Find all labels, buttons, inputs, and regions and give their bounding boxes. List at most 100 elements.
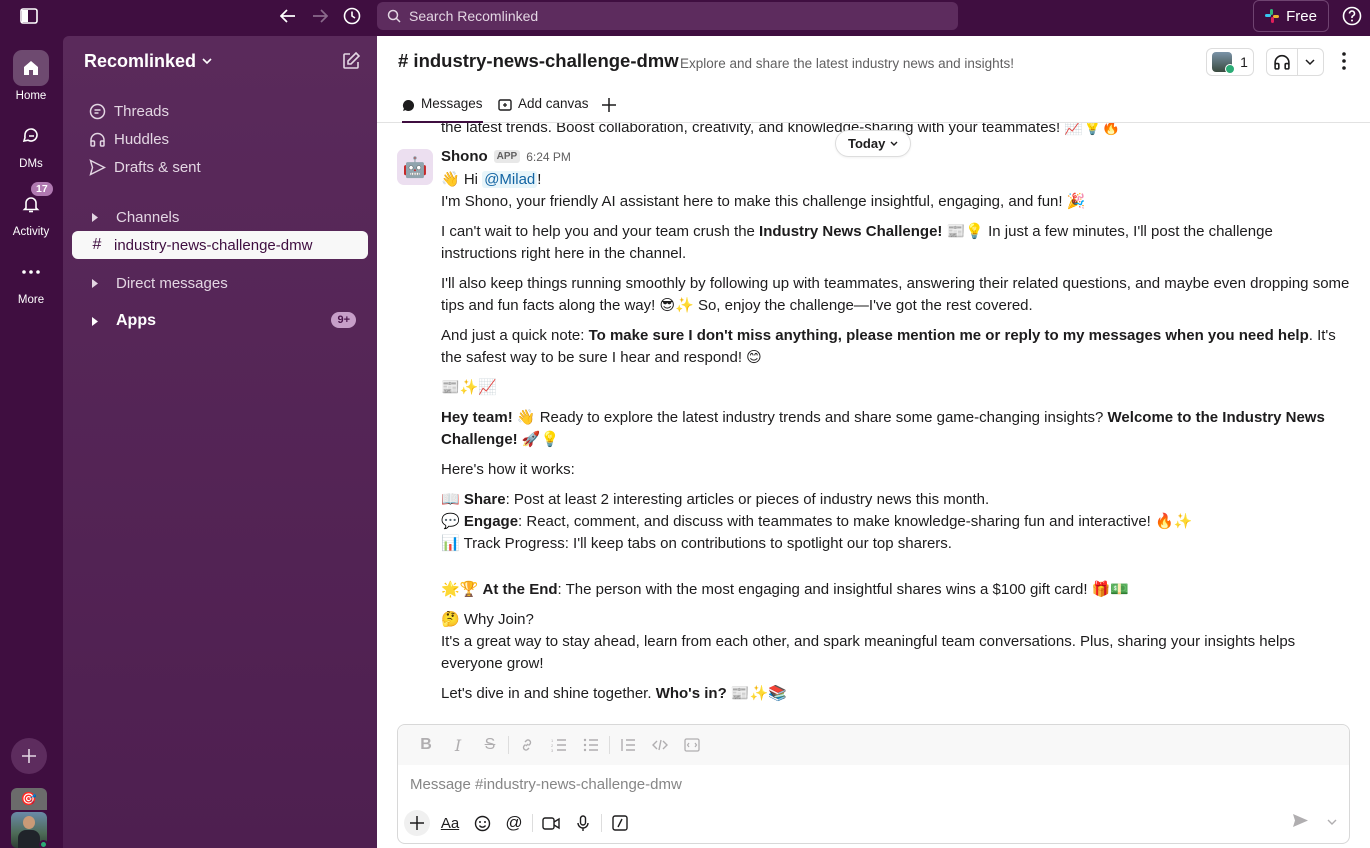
sidebar-section-apps[interactable]: Apps 9+ — [72, 307, 368, 335]
channel-topic[interactable]: Explore and share the latest industry ne… — [680, 56, 1014, 71]
italic-icon[interactable]: I — [442, 731, 474, 759]
message-body: 👋 Hi @Milad! I'm Shono, your friendly AI… — [441, 169, 1351, 705]
code-icon[interactable] — [644, 731, 676, 759]
rail-activity-label: Activity — [12, 226, 50, 238]
bold-icon[interactable]: B — [410, 731, 442, 759]
how-it-works: Here's how it works: — [441, 461, 575, 478]
direct-messages-label: Direct messages — [116, 274, 228, 292]
trophy-icon: 🌟🏆 — [441, 581, 483, 598]
sidebar-item-active-channel[interactable]: # industry-news-challenge-dmw — [72, 231, 368, 259]
tab-add-canvas[interactable]: Add canvas — [498, 96, 589, 123]
chevron-down-icon — [890, 141, 898, 146]
rail-more[interactable]: More — [0, 254, 62, 306]
huddle-button[interactable] — [1266, 48, 1324, 76]
rail-home[interactable]: Home — [0, 50, 62, 102]
caret-right-icon — [90, 312, 100, 330]
message-bubble-icon — [402, 99, 415, 111]
workspace-rail: Home DMs 17 Activity More 🎯 — [0, 32, 62, 848]
text: I can't wait to help you and your team c… — [441, 223, 760, 240]
activity-badge: 17 — [31, 182, 53, 196]
sidebar-item-drafts[interactable]: Drafts & sent — [72, 153, 368, 181]
strikethrough-icon[interactable]: S — [474, 731, 506, 759]
drafts-label: Drafts & sent — [114, 158, 201, 176]
caret-right-icon — [90, 208, 100, 226]
list-item-engage: 💬 Engage: React, comment, and discuss wi… — [441, 511, 1351, 533]
workspace-menu[interactable]: Recomlinked — [84, 51, 212, 72]
forward-arrow-icon[interactable] — [310, 6, 330, 26]
sidebar-item-huddles[interactable]: Huddles — [72, 125, 368, 153]
sidebar-item-threads[interactable]: Threads — [72, 97, 368, 125]
sender-name[interactable]: Shono — [441, 148, 488, 165]
members-button[interactable]: 1 — [1206, 48, 1254, 76]
send-icon[interactable] — [1292, 813, 1309, 833]
text-format-icon[interactable]: Aa — [434, 809, 466, 837]
video-icon[interactable] — [535, 809, 567, 837]
channels-label: Channels — [116, 208, 180, 226]
threads-label: Threads — [114, 102, 170, 120]
bot-avatar[interactable]: 🤖 — [397, 149, 433, 185]
member-count: 1 — [1240, 54, 1248, 70]
bold-text: Hey team! — [441, 409, 513, 426]
date-divider[interactable]: Today — [835, 130, 912, 157]
microphone-icon[interactable] — [567, 809, 599, 837]
compose-icon[interactable] — [341, 51, 363, 73]
tab-messages[interactable]: Messages — [402, 96, 483, 123]
text: : React, comment, and discuss with teamm… — [518, 513, 1193, 530]
free-plan-button[interactable]: Free — [1253, 0, 1329, 32]
emoji-row: 📰✨📈 — [441, 379, 498, 396]
channel-view: # industry-news-challenge-dmw Explore an… — [377, 36, 1370, 848]
ordered-list-icon[interactable]: 123 — [543, 731, 575, 759]
message-timestamp[interactable]: 6:24 PM — [526, 150, 571, 164]
rail-home-label: Home — [15, 90, 47, 102]
more-dots-icon — [13, 254, 49, 290]
paragraph-note: And just a quick note: To make sure I do… — [441, 325, 1351, 369]
bold-text: Share — [463, 491, 506, 508]
mention-icon[interactable]: @ — [498, 809, 530, 837]
rail-more-label: More — [17, 294, 45, 306]
search-input[interactable]: Search Recomlinked — [377, 2, 958, 30]
add-workspace-button[interactable] — [11, 738, 47, 774]
apps-badge: 9+ — [331, 312, 356, 328]
sidebar-section-direct-messages[interactable]: Direct messages — [72, 269, 368, 297]
active-channel-label: industry-news-challenge-dmw — [114, 236, 313, 254]
huddles-label: Huddles — [114, 130, 170, 148]
canvas-icon — [498, 99, 512, 111]
link-icon[interactable] — [511, 731, 543, 759]
text: 🚀💡 — [517, 431, 560, 448]
chevron-down-icon[interactable] — [1327, 813, 1337, 831]
app-tag: APP — [493, 150, 521, 163]
history-icon[interactable] — [342, 6, 362, 26]
sidebar-toggle-icon[interactable] — [19, 6, 39, 26]
kebab-menu-icon[interactable] — [1335, 50, 1353, 72]
workspace-avatar[interactable]: 🎯 — [11, 788, 47, 810]
headphones-icon[interactable] — [1267, 49, 1298, 75]
bullet-list-icon[interactable] — [575, 731, 607, 759]
channel-header: # industry-news-challenge-dmw Explore an… — [377, 36, 1370, 86]
hash-icon: # — [92, 236, 102, 253]
user-mention[interactable]: @Milad — [482, 171, 538, 188]
list-item-share: 📖 Share: Post at least 2 interesting art… — [441, 489, 1351, 511]
why-join: 🤔 Why Join? — [441, 611, 534, 628]
chevron-down-icon[interactable] — [1298, 58, 1323, 66]
chevron-down-icon — [202, 58, 212, 65]
back-arrow-icon[interactable] — [278, 6, 298, 26]
bold-text: At the End — [482, 581, 558, 598]
help-icon[interactable] — [1342, 6, 1362, 26]
rail-activity[interactable]: 17 Activity — [0, 182, 62, 238]
slash-command-icon[interactable] — [604, 809, 636, 837]
text: And just a quick note: — [441, 327, 589, 344]
paragraph-followup: I'll also keep things running smoothly b… — [441, 275, 1350, 314]
blockquote-icon[interactable] — [612, 731, 644, 759]
add-tab-button[interactable] — [602, 95, 616, 118]
code-block-icon[interactable] — [676, 731, 708, 759]
paragraph-challenge: I can't wait to help you and your team c… — [441, 221, 1351, 265]
tab-add-canvas-label: Add canvas — [518, 96, 589, 111]
rail-dms[interactable]: DMs — [0, 118, 62, 170]
channel-title[interactable]: # industry-news-challenge-dmw — [398, 50, 679, 72]
bold-text: To make sure I don't miss anything, plea… — [588, 327, 1309, 344]
sidebar-section-channels[interactable]: Channels — [72, 203, 368, 231]
message-input[interactable]: Message #industry-news-challenge-dmw — [410, 776, 682, 793]
emoji-icon[interactable] — [466, 809, 498, 837]
final-line: Let's dive in and shine together. Who's … — [441, 683, 1351, 705]
attach-plus-icon[interactable] — [404, 810, 430, 836]
